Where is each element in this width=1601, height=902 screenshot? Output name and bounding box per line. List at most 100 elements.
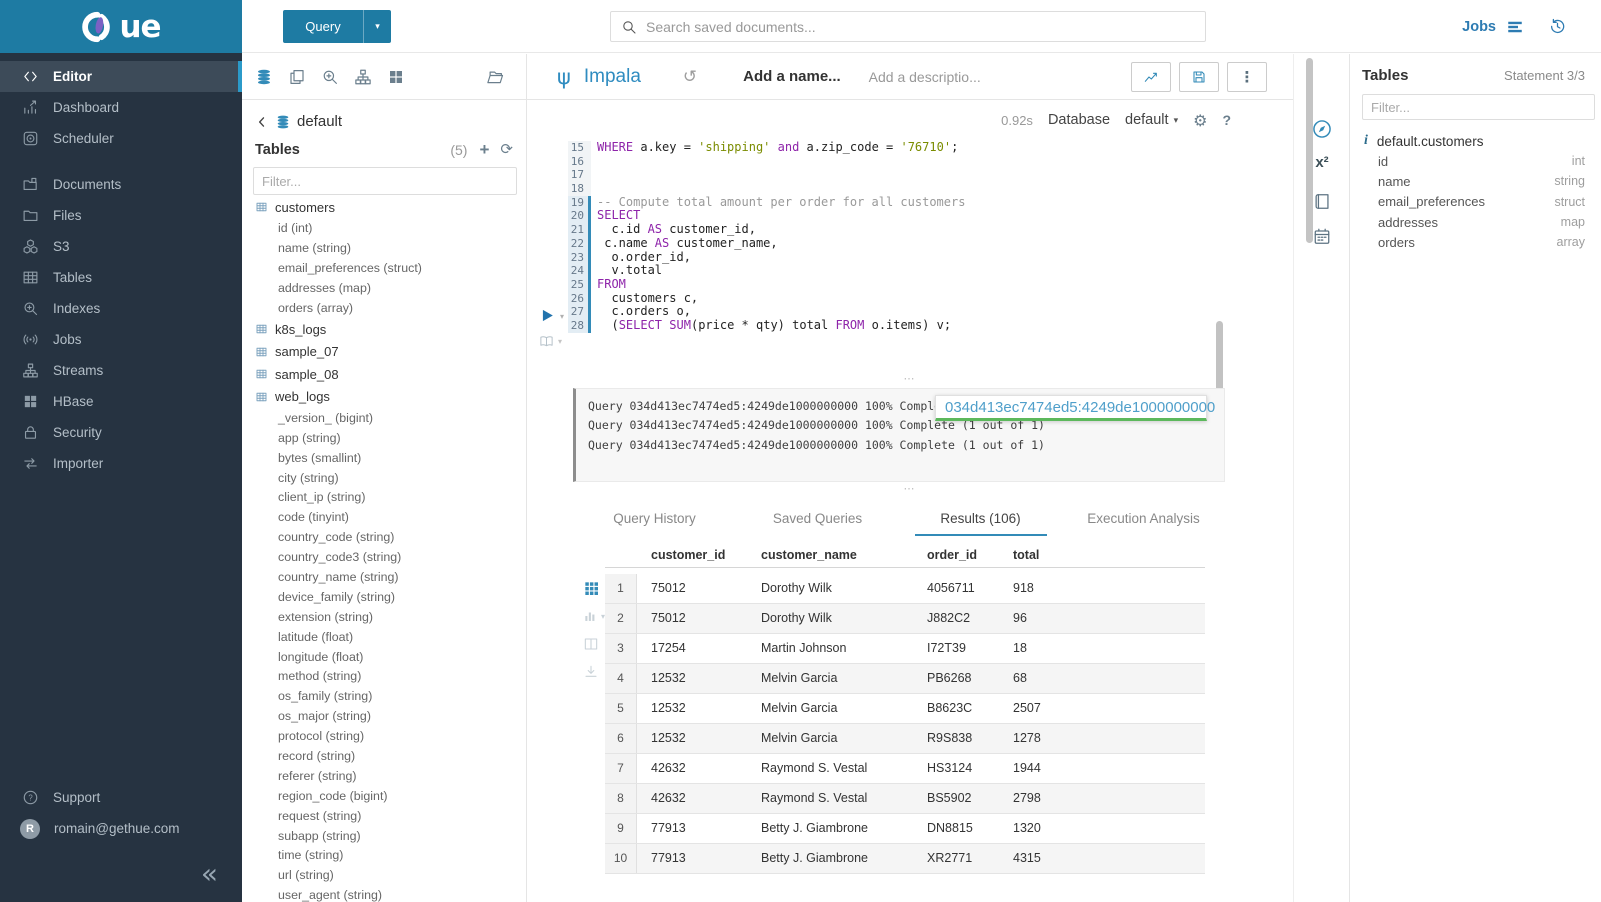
column-row[interactable]: email_preferences struct [1350, 192, 1601, 212]
query-description-field[interactable]: Add a descriptio... [869, 69, 981, 85]
sidebar-item-hbase[interactable]: HBase [0, 386, 242, 417]
sidebar-item-jobs[interactable]: Jobs [0, 324, 242, 355]
explain-map-icon[interactable] [538, 334, 555, 349]
tree-item[interactable]: country_code3 (string) [255, 547, 522, 567]
tree-item[interactable]: protocol (string) [255, 726, 522, 746]
column-row[interactable]: addresses map [1350, 212, 1601, 232]
tree-item[interactable]: device_family (string) [255, 587, 522, 607]
sql-code-editor[interactable]: 15 WHERE a.key = 'shipping' and a.zip_co… [527, 140, 1293, 372]
query-history-icon[interactable] [1548, 17, 1567, 36]
functions-icon[interactable]: x² [1315, 154, 1328, 171]
tree-item[interactable]: k8s_logs [255, 318, 522, 341]
tree-item[interactable]: url (string) [255, 865, 522, 885]
code-line[interactable]: 22 c.name AS customer_name, [568, 237, 1213, 251]
tree-item[interactable]: id (int) [255, 219, 522, 239]
back-chevron-icon[interactable] [255, 115, 269, 129]
search-input[interactable] [646, 19, 1195, 35]
sidebar-item-tables[interactable]: Tables [0, 262, 242, 293]
code-line[interactable]: 20 SELECT [568, 209, 1213, 223]
new-query-button[interactable]: Query ▾ [283, 10, 391, 43]
tree-item[interactable]: country_code (string) [255, 527, 522, 547]
active-table-row[interactable]: i default.customers [1364, 133, 1601, 149]
tab-query-history[interactable]: Query History [573, 500, 736, 536]
code-line[interactable]: 26 customers c, [568, 292, 1213, 306]
help-icon[interactable]: ? [1222, 112, 1231, 128]
tree-item[interactable]: method (string) [255, 667, 522, 687]
tree-item[interactable]: orders (array) [255, 298, 522, 318]
sidebar-item-scheduler[interactable]: Scheduler [0, 123, 242, 154]
sidebar-item-documents[interactable]: Documents [0, 169, 242, 200]
documents-source-icon[interactable] [288, 68, 306, 86]
code-line[interactable]: 16 [568, 155, 1213, 169]
open-folder-icon[interactable] [486, 68, 504, 86]
query-history-small-icon[interactable]: ↺ [683, 67, 697, 87]
query-dropdown-caret[interactable]: ▾ [364, 10, 391, 43]
column-header[interactable]: order_id [913, 542, 999, 567]
tree-item[interactable]: customers [255, 196, 522, 219]
jobs-list-icon[interactable] [1506, 18, 1524, 36]
jobs-link[interactable]: Jobs [1462, 19, 1496, 35]
tree-item[interactable]: email_preferences (struct) [255, 258, 522, 278]
tab-results[interactable]: Results (106) [899, 500, 1062, 536]
sidebar-item-importer[interactable]: Importer [0, 448, 242, 479]
streams-source-icon[interactable] [354, 68, 372, 86]
query-button-label[interactable]: Query [283, 10, 364, 43]
main-panel-scrollbar[interactable] [1306, 58, 1313, 243]
grid-view-button[interactable] [583, 580, 605, 596]
column-header[interactable]: total [999, 542, 1205, 567]
tree-item[interactable]: country_name (string) [255, 567, 522, 587]
tree-item[interactable]: subapp (string) [255, 826, 522, 846]
execute-options-caret[interactable]: ▾ [560, 312, 564, 321]
language-reference-icon[interactable] [1313, 192, 1332, 211]
code-line[interactable]: 19 -- Compute total amount per order for… [568, 196, 1213, 210]
sidebar-collapse-button[interactable]: « [201, 860, 218, 888]
refresh-tables-icon[interactable]: ⟳ [500, 143, 513, 157]
column-header[interactable]: customer_name [747, 542, 913, 567]
code-line[interactable]: 24 v.total [568, 264, 1213, 278]
tree-item[interactable]: time (string) [255, 846, 522, 866]
document-search[interactable] [610, 11, 1206, 42]
assistant-compass-icon[interactable] [1311, 118, 1333, 140]
schedule-icon[interactable] [1313, 227, 1332, 246]
sidebar-item-security[interactable]: Security [0, 417, 242, 448]
sidebar-item-indexes[interactable]: Indexes [0, 293, 242, 324]
code-line[interactable]: 27 c.orders o, [568, 305, 1213, 319]
sidebar-item-editor[interactable]: Editor [0, 61, 242, 92]
settings-gear-icon[interactable]: ⚙ [1193, 111, 1207, 130]
explain-options-caret[interactable]: ▾ [558, 337, 562, 346]
sidebar-item-dashboard[interactable]: Dashboard [0, 92, 242, 123]
column-row[interactable]: id int [1350, 151, 1601, 171]
log-resize-handle[interactable]: ⋯ [527, 484, 1293, 494]
tab-saved-queries[interactable]: Saved Queries [736, 500, 899, 536]
engine-name[interactable]: Impala [584, 66, 641, 88]
tree-item[interactable]: record (string) [255, 746, 522, 766]
tree-item[interactable]: extension (string) [255, 607, 522, 627]
tables-filter-input[interactable] [253, 167, 517, 195]
sidebar-item-streams[interactable]: Streams [0, 355, 242, 386]
tree-item[interactable]: code (tinyint) [255, 507, 522, 527]
right-filter-input[interactable] [1362, 94, 1595, 120]
breadcrumb-database[interactable]: default [297, 113, 342, 130]
query-name-field[interactable]: Add a name... [743, 68, 841, 85]
column-row[interactable]: name string [1350, 171, 1601, 191]
tree-item[interactable]: web_logs [255, 385, 522, 408]
database-select[interactable]: default ▾ [1125, 112, 1178, 128]
tree-item[interactable]: _version_ (bigint) [255, 408, 522, 428]
code-line[interactable]: 28 (SELECT SUM(price * qty) total FROM o… [568, 319, 1213, 333]
tree-item[interactable]: addresses (map) [255, 278, 522, 298]
tree-item[interactable]: sample_07 [255, 340, 522, 363]
sidebar-item-user[interactable]: R romain@gethue.com [0, 813, 242, 844]
tree-item[interactable]: city (string) [255, 468, 522, 488]
code-line[interactable]: 25 FROM [568, 278, 1213, 292]
hbase-source-icon[interactable] [387, 68, 405, 86]
tree-item[interactable]: app (string) [255, 428, 522, 448]
editor-resize-handle[interactable]: ⋯ [527, 374, 1293, 384]
code-line[interactable]: 15 WHERE a.key = 'shipping' and a.zip_co… [568, 141, 1213, 155]
tree-item[interactable]: os_major (string) [255, 706, 522, 726]
indexes-source-icon[interactable] [321, 68, 339, 86]
tab-execution-analysis[interactable]: Execution Analysis [1062, 500, 1225, 536]
info-icon[interactable]: i [1364, 133, 1368, 149]
sidebar-item-support[interactable]: Support [0, 782, 242, 813]
code-line[interactable]: 17 [568, 168, 1213, 182]
tree-item[interactable]: referer (string) [255, 766, 522, 786]
